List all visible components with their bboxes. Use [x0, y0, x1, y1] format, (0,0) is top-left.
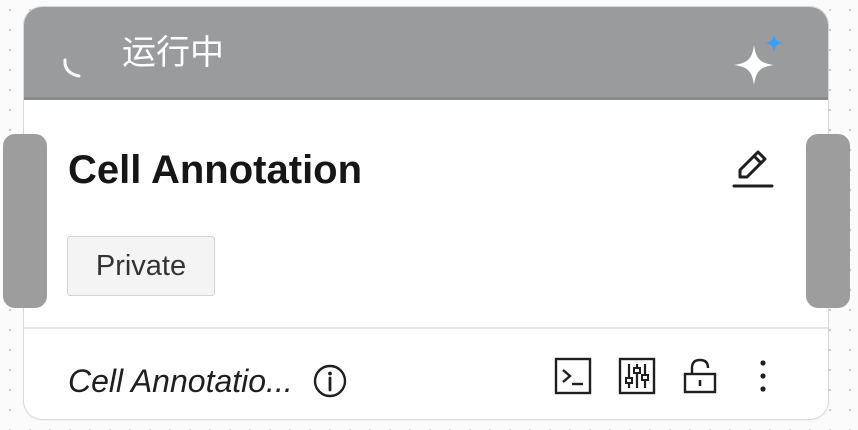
card-title: Cell Annotation [68, 148, 363, 192]
pencil-edit-icon[interactable] [730, 149, 774, 189]
sliders-icon[interactable] [618, 357, 656, 395]
info-icon[interactable] [312, 363, 348, 399]
visibility-tag: Private [67, 236, 215, 296]
status-text: 运行中 [122, 33, 224, 73]
right-resize-handle[interactable] [806, 134, 850, 308]
spinner-icon [63, 58, 81, 78]
footer-divider [24, 327, 828, 329]
more-vertical-icon[interactable] [744, 357, 782, 395]
node-card[interactable]: 运行中 Cell Annotation Private Cell Annotat… [24, 7, 828, 419]
footer-node-name: Cell Annotatio... [68, 363, 293, 399]
left-resize-handle[interactable] [3, 134, 47, 308]
status-bar: 运行中 [24, 7, 828, 100]
terminal-icon[interactable] [554, 357, 592, 395]
sparkle-icon[interactable] [732, 33, 788, 85]
lock-icon[interactable] [681, 357, 719, 395]
